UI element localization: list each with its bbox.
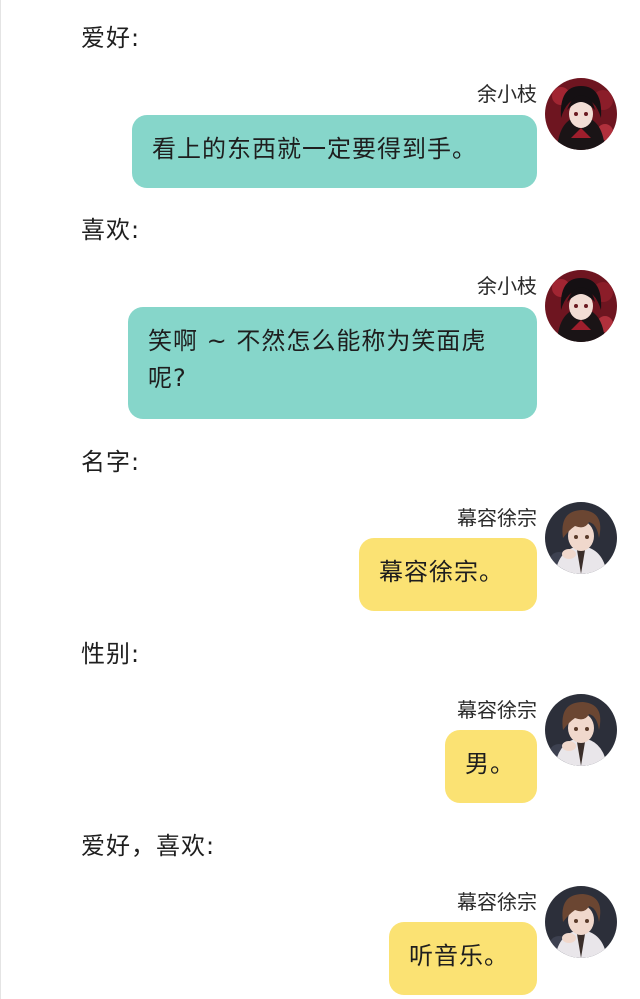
boy-avatar-icon[interactable] [545, 502, 617, 574]
message-bubble[interactable]: 男。 [445, 730, 537, 803]
section-label-gender: 性别: [81, 640, 141, 668]
left-edge-divider [0, 0, 1, 999]
sender-name: 余小枝 [477, 82, 537, 106]
sender-name: 幕容徐宗 [457, 698, 537, 722]
girl-avatar-icon[interactable] [545, 78, 617, 150]
section-label-hobby-like: 爱好，喜欢: [81, 832, 216, 860]
chat-screen: 爱好: 余小枝 看上的东西就一定要得到手。 喜欢: 余小枝 笑啊 ~ 不然怎么能… [0, 0, 640, 999]
section-label-hobby: 爱好: [81, 24, 141, 52]
message-bubble[interactable]: 幕容徐宗。 [359, 538, 537, 611]
message-bubble[interactable]: 听音乐。 [389, 922, 537, 995]
message-bubble[interactable]: 看上的东西就一定要得到手。 [132, 115, 537, 188]
message-bubble[interactable]: 笑啊 ~ 不然怎么能称为笑面虎呢? [128, 307, 537, 419]
sender-name: 幕容徐宗 [457, 890, 537, 914]
section-label-like: 喜欢: [81, 216, 141, 244]
sender-name: 幕容徐宗 [457, 506, 537, 530]
girl-avatar-icon[interactable] [545, 270, 617, 342]
sender-name: 余小枝 [477, 274, 537, 298]
boy-avatar-icon[interactable] [545, 694, 617, 766]
section-label-name: 名字: [81, 448, 141, 476]
boy-avatar-icon[interactable] [545, 886, 617, 958]
